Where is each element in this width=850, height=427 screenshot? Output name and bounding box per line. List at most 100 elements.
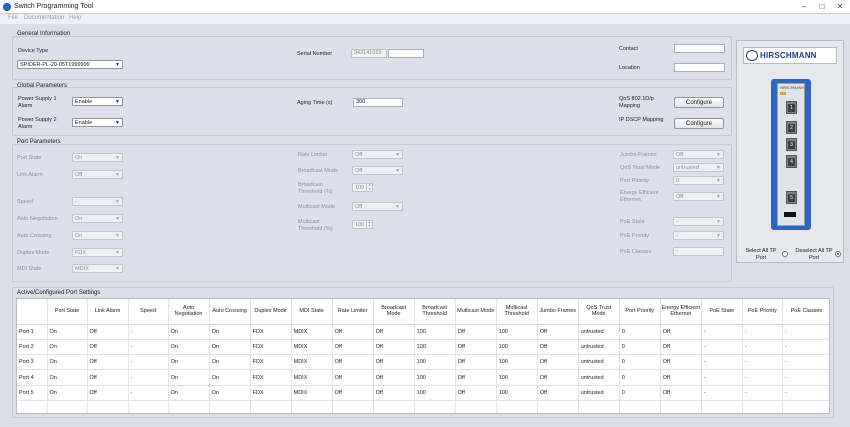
table-cell: 100 xyxy=(496,354,538,371)
column-header[interactable]: PoE Classes xyxy=(782,299,829,325)
auto-negotiation-select: On ▼ xyxy=(72,214,123,223)
energy-efficient-ethernet-select: Off ▼ xyxy=(673,192,724,201)
port-priority-select: 0 ▼ xyxy=(673,176,724,185)
table-cell: Off xyxy=(87,339,129,356)
table-row[interactable]: Port 5 On Off - On On FDX MDIX Off Off 100 Off 100 Of… xyxy=(17,385,829,401)
table-cell: Off xyxy=(660,324,702,340)
column-header[interactable]: Port State xyxy=(47,299,88,325)
qos-configure-button[interactable]: Configure xyxy=(674,97,724,108)
port-priority-value: 0 xyxy=(676,178,680,184)
table-cell: - xyxy=(782,369,829,386)
table-cell: On xyxy=(47,369,88,386)
table-cell: - xyxy=(701,369,743,386)
device-port-3[interactable]: 3 xyxy=(786,138,797,151)
speed-label: Speed xyxy=(17,199,33,205)
link-alarm-select: Off ▼ xyxy=(72,170,123,179)
column-header[interactable]: Energy Efficient Ethernet xyxy=(660,299,702,325)
table-cell xyxy=(742,400,783,413)
table-cell: 0 xyxy=(619,369,661,386)
table-cell: Off xyxy=(87,354,129,371)
aging-time-field[interactable]: 300 xyxy=(353,98,403,107)
table-cell: Off xyxy=(332,339,374,356)
table-row[interactable]: Port 2 On Off - On On FDX MDIX Off Off 100 Off 100 Of… xyxy=(17,339,829,356)
table-cell: On xyxy=(209,354,251,371)
location-field[interactable] xyxy=(674,63,725,72)
device-port-2[interactable]: 2 xyxy=(786,121,797,134)
column-header[interactable]: PoE State xyxy=(701,299,743,325)
column-header[interactable]: Link Alarm xyxy=(87,299,129,325)
minimize-button[interactable]: – xyxy=(795,1,813,12)
column-header[interactable]: Multicast Mode xyxy=(455,299,497,325)
chevron-down-icon: ▼ xyxy=(115,216,120,222)
poe-state-select: - ▼ xyxy=(673,217,724,226)
menu-help[interactable]: Help xyxy=(69,15,81,21)
auto-negotiation-value: On xyxy=(75,216,83,222)
column-header[interactable]: Port Priority xyxy=(619,299,661,325)
table-cell: On xyxy=(209,324,251,340)
column-header[interactable]: Auto Negotiation xyxy=(168,299,210,325)
column-header[interactable] xyxy=(17,299,48,325)
table-cell: Off xyxy=(373,354,415,371)
table-row[interactable]: Port 3 On Off - On On FDX MDIX Off Off 100 Off 100 Of… xyxy=(17,354,829,371)
close-button[interactable]: ✕ xyxy=(831,1,849,12)
contact-field[interactable] xyxy=(674,44,725,53)
column-header[interactable]: Rate Limiter xyxy=(332,299,374,325)
jumbo-frames-label: Jumbo Frames xyxy=(620,152,657,158)
table-row[interactable]: Port 1 On Off - On On FDX MDIX Off Off 100 Off 100 Of… xyxy=(17,324,829,340)
table-cell: Off xyxy=(332,354,374,371)
aging-time-label: Aging Time (s) xyxy=(297,100,333,106)
title-bar xyxy=(0,0,850,14)
table-cell xyxy=(660,400,702,413)
table-row[interactable]: Port 4 On Off - On On FDX MDIX Off Off 100 Off 100 Of… xyxy=(17,369,829,386)
column-header[interactable]: Duplex Mode xyxy=(250,299,292,325)
mdi-state-label: MDI State xyxy=(17,266,42,272)
menu-file[interactable]: File xyxy=(8,15,18,21)
table-cell: Off xyxy=(537,385,579,401)
link-alarm-value: Off xyxy=(75,172,83,178)
chevron-down-icon: ▼ xyxy=(395,152,400,158)
speed-select: - ▼ xyxy=(72,197,123,206)
table-cell: On xyxy=(209,369,251,386)
row-header-cell: Port 1 xyxy=(17,324,48,340)
qos-mapping-label: QoS 802.1D/p Mapping xyxy=(619,96,654,109)
column-header[interactable]: QoS Trust Mode xyxy=(578,299,620,325)
port-params-title: Port Parameters xyxy=(17,139,61,145)
column-header[interactable]: PoE Priority xyxy=(742,299,783,325)
table-cell: Off xyxy=(455,369,497,386)
table-cell: untrusted xyxy=(578,385,620,401)
power-supply-1-select[interactable]: Enable ▼ xyxy=(72,97,123,106)
column-header[interactable]: Broadcast Mode xyxy=(373,299,415,325)
qos-trust-mode-select: untrusted ▼ xyxy=(673,163,724,172)
table-cell xyxy=(619,400,661,413)
chevron-down-icon: ▼ xyxy=(716,178,721,184)
column-header[interactable]: Multicast Threshold xyxy=(496,299,538,325)
broadcast-mode-value: Off xyxy=(355,168,363,174)
chevron-down-icon: ▼ xyxy=(115,62,120,68)
power-supply-2-select[interactable]: Enable ▼ xyxy=(72,118,123,127)
table-cell: - xyxy=(742,385,783,401)
table-cell: Off xyxy=(660,339,702,356)
device-type-select[interactable]: SPIDER-PL-20-05T1999999 ▼ xyxy=(17,60,123,69)
device-port-5[interactable]: 5 xyxy=(786,191,797,204)
menu-documentation[interactable]: Documentation xyxy=(24,15,64,21)
device-slot xyxy=(784,212,796,217)
column-header[interactable]: MDI State xyxy=(291,299,333,325)
power-supply-2-value: Enable xyxy=(75,120,93,126)
table-cell: untrusted xyxy=(578,324,620,340)
device-port-4[interactable]: 4 xyxy=(786,155,797,168)
dscp-configure-button[interactable]: Configure xyxy=(674,118,724,129)
maximize-button[interactable]: □ xyxy=(813,1,831,12)
column-header[interactable]: Jumbo Frames xyxy=(537,299,579,325)
table-cell: Off xyxy=(537,339,579,356)
table-cell xyxy=(17,400,48,413)
device-port-1[interactable]: 1 xyxy=(786,101,797,114)
column-header[interactable]: Broadcast Threshold xyxy=(414,299,456,325)
deselect-all-radio[interactable] xyxy=(835,251,841,257)
table-cell xyxy=(87,400,129,413)
serial-number-extra-field[interactable] xyxy=(388,49,424,58)
table-cell: Off xyxy=(332,324,374,340)
column-header[interactable]: Speed xyxy=(128,299,169,325)
column-header[interactable]: Auto Crossing xyxy=(209,299,251,325)
select-all-radio[interactable] xyxy=(782,251,788,257)
table-cell: 100 xyxy=(414,369,456,386)
